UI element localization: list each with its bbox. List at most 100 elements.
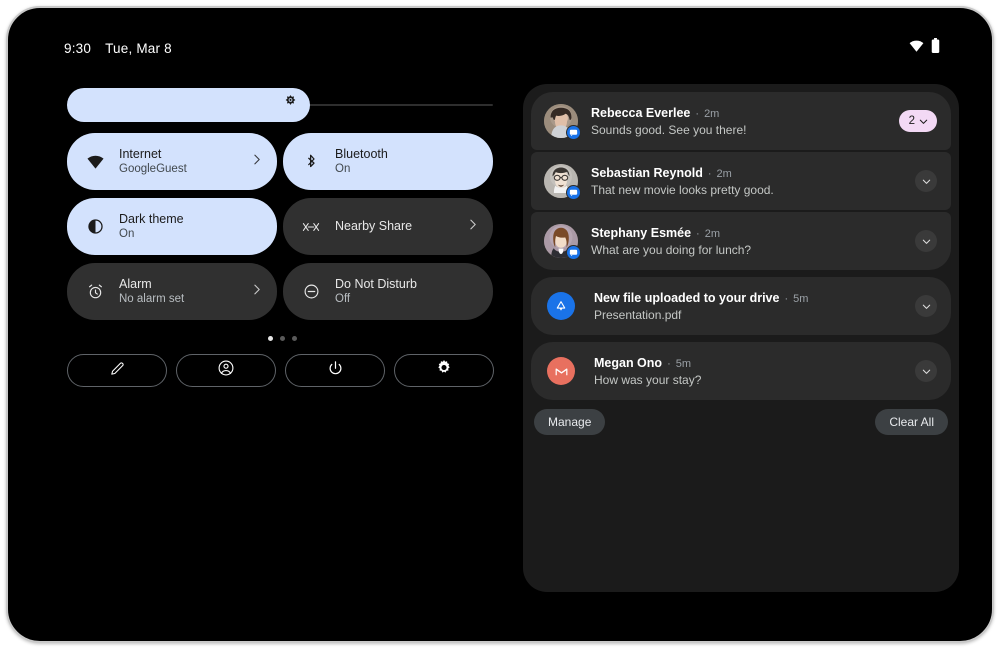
- chevron-right-icon[interactable]: [466, 218, 479, 236]
- quick-settings-panel: Internet GoogleGuest Bluetooth On Dark t…: [67, 88, 497, 387]
- page-indicator: [67, 333, 497, 343]
- power-button[interactable]: [285, 354, 385, 387]
- notification-sender: Stephany Esmée: [591, 225, 692, 240]
- tile-subtitle: GoogleGuest: [119, 162, 187, 175]
- gmail-icon: [547, 357, 575, 385]
- expand-notification-button[interactable]: [915, 170, 937, 192]
- screen: 9:30 Tue, Mar 8 Internet GoogleGuest Blu…: [36, 30, 968, 624]
- tile-bluetooth[interactable]: Bluetooth On: [283, 133, 493, 190]
- pencil-icon: [109, 360, 126, 382]
- wifi-icon: [85, 152, 105, 172]
- notification-count: 2: [908, 115, 915, 127]
- brightness-fill: [67, 88, 310, 122]
- tile-title: Nearby Share: [335, 219, 413, 233]
- notification-content: Sebastian Reynold · 2m That new movie lo…: [591, 166, 905, 197]
- tile-alarm[interactable]: Alarm No alarm set: [67, 263, 277, 320]
- tablet-frame: 9:30 Tue, Mar 8 Internet GoogleGuest Blu…: [6, 6, 994, 643]
- notification-time: 2m: [716, 167, 732, 180]
- page-dot-2[interactable]: [279, 335, 285, 341]
- notification-time: 5m: [675, 357, 692, 370]
- notification-group-drive: New file uploaded to your drive · 5m Pre…: [531, 277, 951, 335]
- wifi-icon: [909, 39, 924, 57]
- tile-title: Dark theme: [119, 211, 184, 226]
- drive-icon: [547, 292, 575, 320]
- notification-content: Rebecca Everlee · 2m Sounds good. See yo…: [591, 106, 889, 137]
- separator: ·: [695, 107, 700, 120]
- chevron-down-icon: [922, 369, 930, 374]
- separator: ·: [696, 227, 700, 240]
- notification-item[interactable]: Stephany Esmée · 2m What are you doing f…: [531, 212, 951, 270]
- notification-count-badge[interactable]: 2: [898, 110, 937, 132]
- quick-settings-footer: [67, 354, 497, 387]
- dark-theme-icon: [85, 217, 105, 237]
- messages-icon: [566, 245, 581, 260]
- notification-item[interactable]: Megan Ono · 5m How was your stay?: [531, 342, 951, 400]
- clear-all-button[interactable]: Clear All: [875, 409, 948, 435]
- edit-tiles-button[interactable]: [67, 354, 167, 387]
- notification-message: Sounds good. See you there!: [591, 122, 747, 137]
- separator: ·: [667, 357, 671, 370]
- notification-message: How was your stay?: [594, 372, 702, 387]
- notification-item[interactable]: Rebecca Everlee · 2m Sounds good. See yo…: [531, 92, 951, 150]
- brightness-slider[interactable]: [67, 88, 493, 122]
- notification-sender: Megan Ono: [594, 355, 663, 370]
- chevron-right-icon[interactable]: [250, 283, 263, 301]
- notification-time: 2m: [704, 107, 720, 120]
- tile-title: Bluetooth: [335, 146, 388, 161]
- expand-notification-button[interactable]: [915, 295, 937, 317]
- tile-title: Alarm: [119, 276, 152, 291]
- tile-subtitle: On: [335, 162, 351, 175]
- page-dot-3[interactable]: [291, 335, 297, 341]
- chevron-down-icon: [919, 119, 928, 124]
- notification-time: 5m: [793, 292, 809, 305]
- expand-notification-button[interactable]: [915, 360, 937, 382]
- tile-nearby-share[interactable]: Nearby Share: [283, 198, 493, 255]
- notification-message: What are you doing for lunch?: [591, 242, 752, 257]
- notification-item[interactable]: New file uploaded to your drive · 5m Pre…: [531, 277, 951, 335]
- status-date: Tue, Mar 8: [105, 40, 172, 56]
- avatar: [544, 224, 581, 260]
- battery-icon: [931, 38, 940, 58]
- separator: ·: [707, 167, 712, 180]
- notification-sender: Sebastian Reynold: [591, 165, 703, 180]
- manage-button[interactable]: Manage: [534, 409, 606, 435]
- notification-content: New file uploaded to your drive · 5m Pre…: [594, 291, 905, 322]
- notification-title: New file uploaded to your drive: [594, 290, 780, 305]
- notification-message: That new movie looks pretty good.: [591, 182, 774, 197]
- alarm-icon: [85, 282, 105, 302]
- notification-item[interactable]: Sebastian Reynold · 2m That new movie lo…: [531, 152, 951, 210]
- account-circle-icon: [217, 359, 235, 382]
- messages-icon: [566, 125, 581, 140]
- do-not-disturb-icon: [301, 282, 321, 302]
- expand-notification-button[interactable]: [915, 230, 937, 252]
- bluetooth-icon: [301, 152, 321, 172]
- tile-do-not-disturb[interactable]: Do Not Disturb Off: [283, 263, 493, 320]
- settings-button[interactable]: [394, 354, 494, 387]
- separator: ·: [784, 292, 789, 305]
- page-dot-1[interactable]: [267, 335, 273, 341]
- tile-title: Do Not Disturb: [335, 276, 417, 291]
- brightness-icon: [282, 94, 299, 116]
- tile-internet[interactable]: Internet GoogleGuest: [67, 133, 277, 190]
- chevron-down-icon: [922, 304, 930, 309]
- user-switch-button[interactable]: [176, 354, 276, 387]
- tile-subtitle: On: [119, 227, 135, 240]
- status-time: 9:30: [64, 40, 92, 56]
- notification-content: Stephany Esmée · 2m What are you doing f…: [591, 226, 905, 257]
- gear-icon: [435, 359, 453, 382]
- notification-content: Megan Ono · 5m How was your stay?: [594, 356, 905, 387]
- tile-subtitle: No alarm set: [119, 292, 185, 305]
- notification-message: Presentation.pdf: [594, 307, 682, 322]
- chevron-right-icon[interactable]: [250, 153, 263, 171]
- tile-dark-theme[interactable]: Dark theme On: [67, 198, 277, 255]
- chevron-down-icon: [922, 179, 930, 184]
- notification-shade: Rebecca Everlee · 2m Sounds good. See yo…: [523, 84, 959, 592]
- nearby-share-icon: [301, 217, 321, 237]
- notification-sender: Rebecca Everlee: [591, 105, 691, 120]
- messages-icon: [566, 185, 581, 200]
- notification-group-messages: Rebecca Everlee · 2m Sounds good. See yo…: [531, 92, 951, 270]
- notification-group-gmail: Megan Ono · 5m How was your stay?: [531, 342, 951, 400]
- notification-time: 2m: [704, 227, 720, 240]
- status-bar: 9:30 Tue, Mar 8: [36, 30, 968, 66]
- avatar: [544, 104, 581, 140]
